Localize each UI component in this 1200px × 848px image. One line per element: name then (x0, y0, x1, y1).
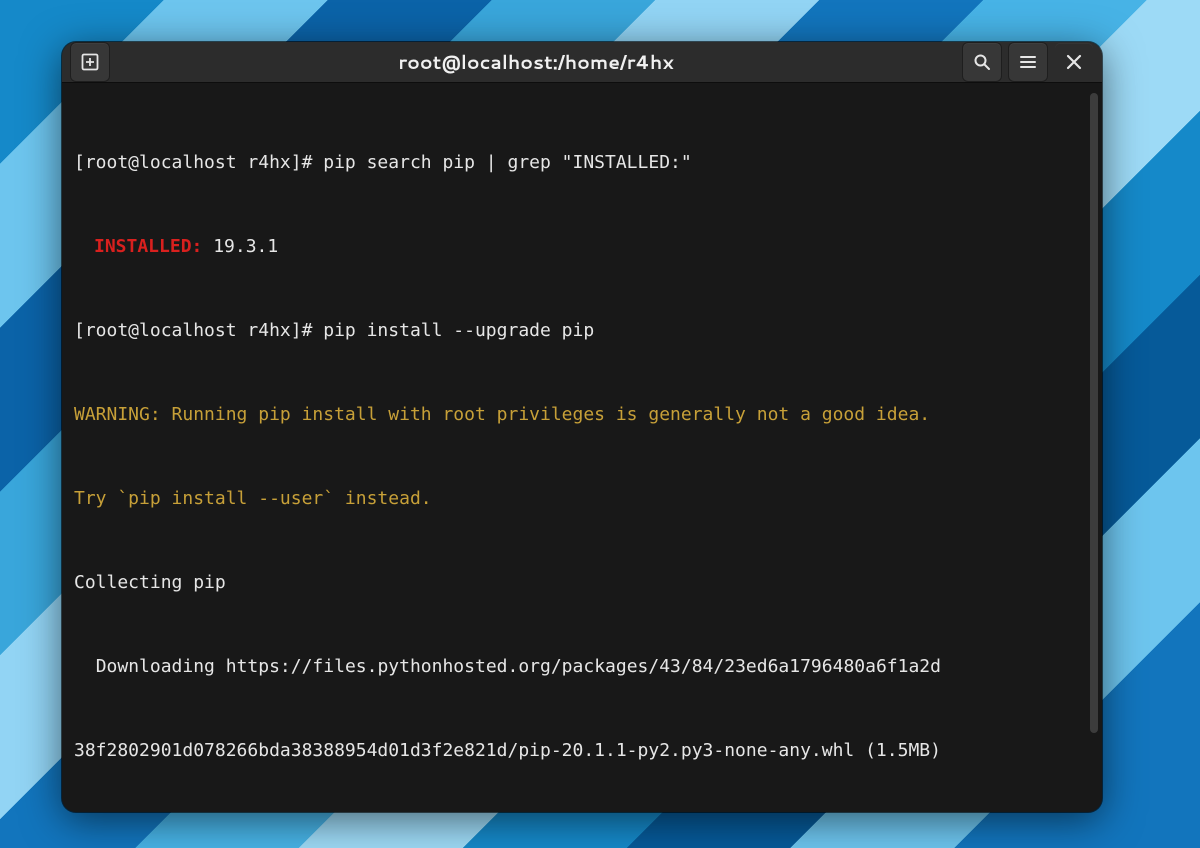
output-line: 38f2802901d078266bda38388954d01d3f2e821d… (74, 737, 1084, 765)
close-button[interactable] (1054, 42, 1094, 82)
title-bar: root@localhost:/home/r4hx (62, 42, 1102, 83)
download-lead: Downloading (74, 656, 226, 677)
search-icon (973, 53, 991, 71)
shell-prompt: [root@localhost r4hx]# (74, 152, 323, 173)
new-tab-icon (81, 53, 99, 71)
terminal-body[interactable]: [root@localhost r4hx]# pip search pip | … (62, 83, 1102, 812)
warning-line: Try `pip install --user` instead. (74, 485, 1084, 513)
output-line: Collecting pip (74, 569, 1084, 597)
warning-line: WARNING: Running pip install with root p… (74, 401, 1084, 429)
scrollbar[interactable] (1090, 93, 1098, 733)
title-bar-left (70, 42, 110, 82)
title-bar-right (962, 42, 1094, 82)
terminal-window: root@localhost:/home/r4hx (62, 42, 1102, 812)
installed-label: INSTALLED: (94, 236, 202, 257)
installed-version: 19.3.1 (202, 236, 278, 257)
download-url: https://files.pythonhosted.org/packages/… (226, 656, 941, 677)
search-button[interactable] (962, 42, 1002, 82)
hamburger-icon (1019, 53, 1037, 71)
output-line: INSTALLED: 19.3.1 (74, 233, 1084, 261)
new-tab-button[interactable] (70, 42, 110, 82)
menu-button[interactable] (1008, 42, 1048, 82)
output-line: Downloading https://files.pythonhosted.o… (74, 653, 1084, 681)
output-line: [root@localhost r4hx]# pip search pip | … (74, 149, 1084, 177)
output-line: [root@localhost r4hx]# pip install --upg… (74, 317, 1084, 345)
shell-prompt: [root@localhost r4hx]# (74, 320, 323, 341)
command-text: pip search pip | grep "INSTALLED:" (323, 152, 691, 173)
close-icon (1066, 54, 1082, 70)
window-title: root@localhost:/home/r4hx (110, 49, 962, 76)
command-text: pip install --upgrade pip (323, 320, 594, 341)
